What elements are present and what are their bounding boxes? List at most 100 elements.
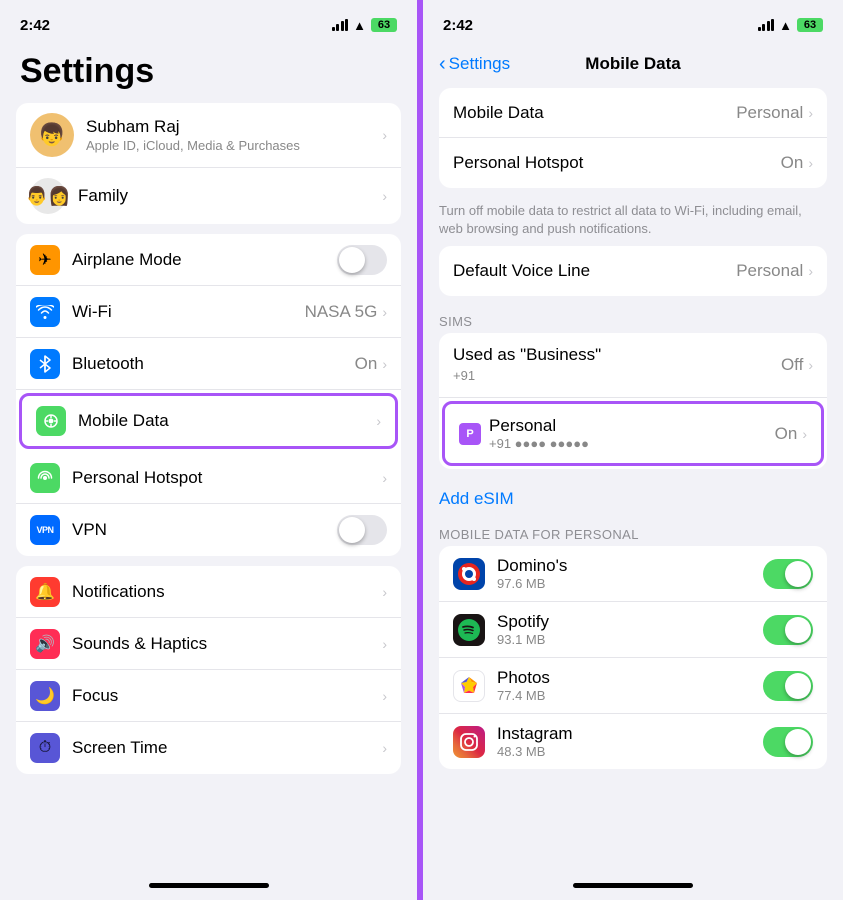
screen-time-row[interactable]: ⏱ Screen Time ›: [16, 722, 401, 774]
photos-toggle[interactable]: [763, 671, 813, 701]
sounds-text: Sounds & Haptics: [72, 634, 382, 654]
airplane-mode-icon: ✈: [30, 245, 60, 275]
voice-section: Default Voice Line Personal ›: [439, 246, 827, 296]
personal-hotspot-right-chevron: ›: [808, 155, 813, 171]
mobile-data-label: Mobile Data: [78, 411, 376, 431]
profile-section: 👦 Subham Raj Apple ID, iCloud, Media & P…: [16, 103, 401, 224]
time-right: 2:42: [443, 17, 473, 34]
wifi-icon-right: ▲: [779, 18, 792, 33]
focus-text: Focus: [72, 686, 382, 706]
battery-icon: 63: [371, 18, 397, 32]
home-bar-left: [149, 883, 269, 888]
business-sim-value: Off: [781, 355, 803, 375]
family-avatar: 👨‍👩: [30, 178, 66, 214]
dominos-toggle[interactable]: [763, 559, 813, 589]
wifi-row[interactable]: Wi-Fi NASA 5G ›: [16, 286, 401, 338]
mobile-data-icon: [36, 406, 66, 436]
back-chevron-icon: ‹: [439, 53, 446, 76]
photos-icon: [453, 670, 485, 702]
notifications-label: Notifications: [72, 582, 382, 602]
notifications-chevron: ›: [382, 584, 387, 600]
sounds-label: Sounds & Haptics: [72, 634, 382, 654]
hotspot-icon: [30, 463, 60, 493]
personal-sim-value: On: [775, 424, 798, 444]
avatar: 👦: [30, 113, 74, 157]
focus-row[interactable]: 🌙 Focus ›: [16, 670, 401, 722]
status-bar-right: 2:42 ▲ 63: [423, 0, 843, 44]
personal-hotspot-right-value: On: [781, 153, 804, 173]
home-bar-right: [573, 883, 693, 888]
dominos-row[interactable]: Domino's 97.6 MB: [439, 546, 827, 602]
personal-hotspot-right-label: Personal Hotspot: [453, 153, 781, 173]
vpn-toggle[interactable]: [337, 515, 387, 545]
bluetooth-row[interactable]: Bluetooth On ›: [16, 338, 401, 390]
page-title-left: Settings: [0, 44, 417, 103]
mobile-data-chevron: ›: [376, 413, 381, 429]
default-voice-row[interactable]: Default Voice Line Personal ›: [439, 246, 827, 296]
photos-text: Photos 77.4 MB: [497, 668, 763, 703]
focus-chevron: ›: [382, 688, 387, 704]
photos-name: Photos: [497, 668, 763, 688]
personal-hotspot-row[interactable]: Personal Hotspot ›: [16, 452, 401, 504]
mobile-data-right-label: Mobile Data: [453, 103, 736, 123]
right-page-title: Mobile Data: [585, 54, 680, 74]
hotspot-text: Personal Hotspot: [72, 468, 382, 488]
photos-row[interactable]: Photos 77.4 MB: [439, 658, 827, 714]
mobile-data-text: Mobile Data: [78, 411, 376, 431]
mobile-data-right-row[interactable]: Mobile Data Personal ›: [439, 88, 827, 138]
profile-name: Subham Raj: [86, 117, 382, 137]
wifi-row-icon: [30, 297, 60, 327]
family-row[interactable]: 👨‍👩 Family ›: [16, 168, 401, 224]
family-chevron: ›: [382, 188, 387, 204]
spotify-text: Spotify 93.1 MB: [497, 612, 763, 647]
right-panel: 2:42 ▲ 63 ‹ Settings Mobile Data Mobile …: [423, 0, 843, 900]
status-bar-left: 2:42 ▲ 63: [0, 0, 417, 44]
add-esim-button[interactable]: Add eSIM: [423, 479, 843, 519]
personal-hotspot-right-row[interactable]: Personal Hotspot On ›: [439, 138, 827, 188]
right-content: Mobile Data Personal › Personal Hotspot …: [423, 88, 843, 870]
home-indicator-left: [0, 870, 417, 900]
focus-label: Focus: [72, 686, 382, 706]
wifi-icon: ▲: [353, 18, 366, 33]
mobile-data-row[interactable]: Mobile Data ›: [19, 393, 398, 449]
spotify-icon: [453, 614, 485, 646]
status-icons-right: ▲ 63: [758, 18, 823, 33]
instagram-size: 48.3 MB: [497, 744, 763, 759]
wifi-label: Wi-Fi: [72, 302, 305, 322]
airplane-mode-row[interactable]: ✈ Airplane Mode: [16, 234, 401, 286]
spotify-row[interactable]: Spotify 93.1 MB: [439, 602, 827, 658]
family-label: Family: [78, 186, 382, 206]
instagram-row[interactable]: Instagram 48.3 MB: [439, 714, 827, 769]
wifi-value: NASA 5G: [305, 302, 378, 322]
airplane-toggle[interactable]: [337, 245, 387, 275]
wifi-chevron: ›: [382, 304, 387, 320]
hotspot-chevron: ›: [382, 470, 387, 486]
sounds-icon: 🔊: [30, 629, 60, 659]
sounds-row[interactable]: 🔊 Sounds & Haptics ›: [16, 618, 401, 670]
personal-sim-text: Personal +91 ●●●● ●●●●●: [489, 416, 775, 451]
mobile-data-right-value: Personal: [736, 103, 803, 123]
bluetooth-icon: [30, 349, 60, 379]
screen-time-text: Screen Time: [72, 738, 382, 758]
spotify-toggle[interactable]: [763, 615, 813, 645]
vpn-label: VPN: [72, 520, 337, 540]
signal-icon-right: [758, 19, 775, 31]
focus-icon: 🌙: [30, 681, 60, 711]
apps-section-label: MOBILE DATA FOR PERSONAL: [423, 519, 843, 546]
notifications-row[interactable]: 🔔 Notifications ›: [16, 566, 401, 618]
profile-row[interactable]: 👦 Subham Raj Apple ID, iCloud, Media & P…: [16, 103, 401, 168]
battery-icon-right: 63: [797, 18, 823, 32]
instagram-text: Instagram 48.3 MB: [497, 724, 763, 759]
signal-icon: [332, 19, 349, 31]
personal-sim-row[interactable]: P Personal +91 ●●●● ●●●●● On ›: [442, 401, 824, 466]
home-indicator-right: [423, 870, 843, 900]
instagram-toggle[interactable]: [763, 727, 813, 757]
back-button[interactable]: ‹ Settings: [439, 53, 510, 76]
spotify-name: Spotify: [497, 612, 763, 632]
vpn-text: VPN: [72, 520, 337, 540]
vpn-row[interactable]: VPN VPN: [16, 504, 401, 556]
second-settings-section: 🔔 Notifications › 🔊 Sounds & Haptics › 🌙…: [16, 566, 401, 774]
nav-bar: ‹ Settings Mobile Data: [423, 44, 843, 88]
business-sim-row[interactable]: Used as "Business"+91 Off ›: [439, 333, 827, 398]
business-sim-label: Used as "Business"+91: [453, 345, 781, 385]
